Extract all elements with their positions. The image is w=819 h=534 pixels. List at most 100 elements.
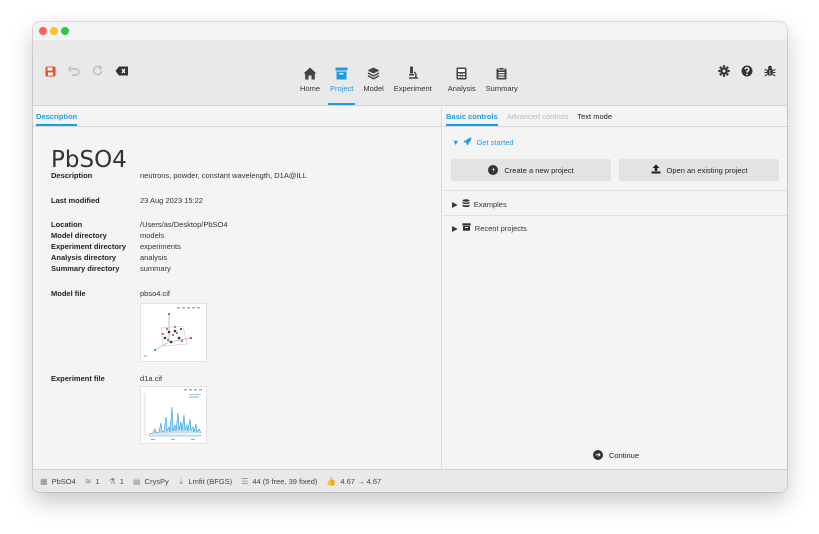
main-toolbar: Home Project Model Experiment Analysis S… xyxy=(33,40,787,106)
status-goodness-of-fit-value: 4.67 → 4.67 xyxy=(340,476,382,486)
upload-icon xyxy=(651,164,661,176)
help-icon[interactable] xyxy=(740,64,754,78)
description-tabbar: Description xyxy=(33,107,441,127)
status-bar: ▦ PbSO4 ≋ 1 ⚗ 1 ▤ CrysPy ⇣ Lmfit (BFGS) … xyxy=(33,469,787,492)
tab-analysis[interactable]: Analysis xyxy=(444,48,480,105)
examples-label: Examples xyxy=(473,200,507,209)
status-minimizer-value: Lmfit (BFGS) xyxy=(188,476,233,486)
recent-projects-label: Recent projects xyxy=(474,223,527,233)
gear-icon[interactable] xyxy=(717,64,731,78)
description-pane: Description PbSO4 Description neutrons, … xyxy=(33,107,442,469)
last-modified-label: Last modified xyxy=(51,196,100,205)
tab-model[interactable]: Model xyxy=(359,48,387,105)
open-project-button[interactable]: Open an existing project xyxy=(619,159,779,181)
status-project: ▦ PbSO4 xyxy=(40,477,76,486)
microscope-icon xyxy=(405,65,421,81)
undo-icon[interactable] xyxy=(67,64,81,78)
experiment-file-value: d1a.cif xyxy=(140,374,163,383)
experiment-pattern-thumbnail[interactable] xyxy=(140,386,207,444)
experiment-file-label: Experiment file xyxy=(51,374,105,383)
layers-icon xyxy=(366,65,382,81)
arrow-right-circle-icon: ➜ xyxy=(593,450,603,460)
zoom-window-button[interactable] xyxy=(61,27,69,35)
close-window-button[interactable] xyxy=(39,27,47,35)
archive-box-icon xyxy=(462,223,471,233)
experiment-directory-label: Experiment directory xyxy=(51,242,127,251)
model-structure-thumbnail[interactable] xyxy=(140,303,207,362)
tab-summary-label: Summary xyxy=(485,84,518,93)
location-label: Location xyxy=(51,220,83,229)
status-parameters-value: 44 (5 free, 39 fixed) xyxy=(252,476,318,486)
experiment-directory-value: experiments xyxy=(140,242,181,251)
status-experiments: ⚗ 1 xyxy=(109,477,124,486)
status-minimizer: ⇣ Lmfit (BFGS) xyxy=(178,477,232,486)
description-label: Description xyxy=(51,171,93,180)
create-project-label: Create a new project xyxy=(504,165,574,175)
tab-advanced-controls[interactable]: Advanced controls xyxy=(507,112,569,126)
archive-icon xyxy=(334,65,350,81)
tab-project-label: Project xyxy=(330,84,354,93)
reset-icon[interactable] xyxy=(115,64,129,78)
minimizer-icon: ⇣ xyxy=(177,476,185,486)
description-value: neutrons, powder, constant wavelength, D… xyxy=(140,171,307,180)
app-window: Home Project Model Experiment Analysis S… xyxy=(33,22,787,492)
examples-section: ▶ Examples xyxy=(443,191,787,215)
calculator-icon xyxy=(454,65,470,81)
bug-icon[interactable] xyxy=(763,64,777,78)
status-calculator-value: CrysPy xyxy=(144,476,169,486)
model-file-label: Model file xyxy=(51,289,86,298)
controls-tabbar: Basic controls Advanced controls Text mo… xyxy=(443,107,787,127)
status-models: ≋ 1 xyxy=(85,477,100,486)
status-goodness-of-fit: 👍 4.67 → 4.67 xyxy=(326,477,381,486)
status-calculator: ▤ CrysPy xyxy=(133,477,169,486)
plus-circle-icon: + xyxy=(488,165,499,175)
tab-text-mode[interactable]: Text mode xyxy=(577,112,612,126)
analysis-directory-value: analysis xyxy=(140,253,168,262)
tab-description[interactable]: Description xyxy=(36,112,78,126)
list-icon: ☰ xyxy=(241,476,249,486)
examples-header[interactable]: ▶ Examples xyxy=(452,199,507,210)
page-tabs: Home Project Model Experiment Analysis S… xyxy=(296,48,522,106)
status-experiments-value: 1 xyxy=(119,476,124,486)
layers-icon: ≋ xyxy=(84,476,92,486)
get-started-header[interactable]: ▼ Get started xyxy=(452,137,514,148)
get-started-label: Get started xyxy=(476,138,514,147)
calculator-icon: ▤ xyxy=(132,476,141,486)
tab-home-label: Home xyxy=(300,84,321,93)
open-project-label: Open an existing project xyxy=(666,165,748,175)
save-icon[interactable] xyxy=(43,64,57,78)
tab-analysis-label: Analysis xyxy=(447,84,476,93)
summary-directory-label: Summary directory xyxy=(51,264,120,273)
tab-experiment-label: Experiment xyxy=(393,84,432,93)
expand-triangle-icon: ▶ xyxy=(452,223,458,233)
database-icon xyxy=(462,199,470,210)
redo-icon[interactable] xyxy=(91,64,105,78)
recent-projects-header[interactable]: ▶ Recent projects xyxy=(452,223,527,233)
tab-model-label: Model xyxy=(363,84,384,93)
expand-triangle-icon: ▶ xyxy=(452,200,458,209)
tab-experiment[interactable]: Experiment xyxy=(390,48,436,105)
tab-basic-controls[interactable]: Basic controls xyxy=(446,112,498,126)
tab-home[interactable]: Home xyxy=(296,48,324,105)
model-file-value: pbso4.cif xyxy=(140,289,171,298)
minimize-window-button[interactable] xyxy=(50,27,58,35)
title-bar xyxy=(33,22,787,40)
tab-summary[interactable]: Summary xyxy=(482,48,522,105)
model-directory-label: Model directory xyxy=(51,231,107,240)
get-started-section: ▼ Get started + Create a new project Ope… xyxy=(443,127,787,190)
microscope-icon: ⚗ xyxy=(108,476,116,486)
create-project-button[interactable]: + Create a new project xyxy=(451,159,611,181)
status-parameters: ☰ 44 (5 free, 39 fixed) xyxy=(241,477,317,486)
rocket-icon xyxy=(463,137,472,148)
controls-pane: Basic controls Advanced controls Text mo… xyxy=(443,107,787,469)
analysis-directory-label: Analysis directory xyxy=(51,253,117,262)
tab-project[interactable]: Project xyxy=(326,48,357,105)
model-directory-value: models xyxy=(140,231,165,240)
status-project-value: PbSO4 xyxy=(51,476,76,486)
clipboard-icon xyxy=(494,65,510,81)
summary-directory-value: summary xyxy=(140,264,171,273)
status-models-value: 1 xyxy=(95,476,100,486)
continue-button[interactable]: ➜ Continue xyxy=(593,450,639,460)
recent-projects-section: ▶ Recent projects xyxy=(443,216,787,240)
thumbs-up-icon: 👍 xyxy=(326,476,337,486)
